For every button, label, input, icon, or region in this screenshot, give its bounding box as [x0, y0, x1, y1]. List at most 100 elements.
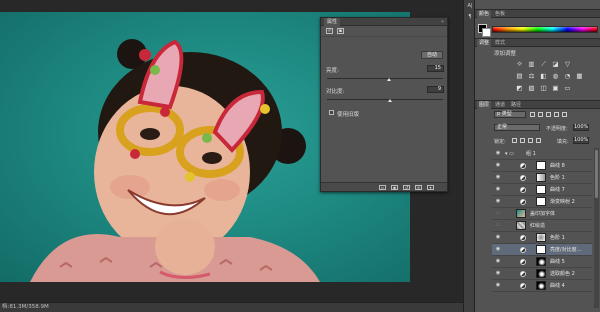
layer-row-selected[interactable]: ◉ 亮度/对比度...: [492, 244, 592, 256]
reset-icon[interactable]: ↺: [403, 185, 410, 190]
collapse-icon[interactable]: »: [441, 19, 444, 25]
brightness-input[interactable]: 15: [427, 65, 444, 72]
sun-icon[interactable]: ☼: [326, 28, 333, 34]
layer-list[interactable]: ◉ ▾ ▭ 组 1 ◉ 曲线 8 ◉ 色阶 1 ◉ 曲线 7 ◉ 渐变映射 2 …: [492, 148, 600, 312]
eye-icon[interactable]: ◉: [495, 259, 501, 264]
posterize-icon[interactable]: ▧: [527, 84, 536, 92]
layer-mask-thumbnail[interactable]: [536, 281, 546, 290]
layers-scroll-thumb[interactable]: [595, 150, 598, 198]
lock-transparent-icon[interactable]: [512, 138, 517, 143]
delete-icon[interactable]: ▾: [427, 185, 434, 190]
layer-mask-thumbnail[interactable]: [536, 269, 546, 278]
properties-panel[interactable]: 属性 » ☼ ▪ 自动 亮度: 15 对比度: 9 使用旧版 ▫ ◉ ↺ ◎ ▾: [320, 17, 448, 192]
curves-adjustment-icon: [520, 259, 526, 265]
hue-saturation-icon[interactable]: ▤: [515, 72, 524, 80]
doc-size-text: 档:81.3M/358.9M: [2, 304, 49, 310]
properties-tab[interactable]: 属性: [324, 18, 341, 26]
eye-icon[interactable]: ◉: [495, 187, 501, 192]
layer-filter-select[interactable]: p 类型: [494, 111, 526, 118]
brightness-contrast-icon[interactable]: ☼: [515, 60, 524, 68]
background-color-swatch[interactable]: [482, 28, 491, 37]
layer-mask-thumbnail[interactable]: [536, 161, 546, 170]
eye-icon[interactable]: ◉: [495, 247, 501, 252]
layer-mask-thumbnail[interactable]: [536, 233, 546, 242]
layer-row[interactable]: ◉ 曲线 8: [492, 160, 592, 172]
layer-thumbnail[interactable]: [516, 221, 526, 230]
gradient-map-icon[interactable]: ▭: [563, 84, 572, 92]
blend-mode-select[interactable]: 正常: [494, 124, 540, 131]
lock-image-icon[interactable]: [520, 138, 525, 143]
tab-styles[interactable]: 样式: [493, 39, 507, 47]
contrast-slider-thumb[interactable]: [388, 99, 392, 102]
filter-smart-icon[interactable]: [562, 112, 567, 117]
layer-row[interactable]: ◉ 色阶 1: [492, 232, 592, 244]
eye-icon[interactable]: ◉: [495, 235, 501, 240]
layer-mask-thumbnail[interactable]: [536, 257, 546, 266]
layer-mask-thumbnail[interactable]: [536, 185, 546, 194]
channel-mixer-icon[interactable]: ◔: [563, 72, 572, 80]
eye-hidden-icon[interactable]: ▫: [495, 223, 501, 228]
layer-row[interactable]: ◉ 曲线 7: [492, 184, 592, 196]
eye-icon[interactable]: ◉: [495, 199, 501, 204]
filter-pixel-icon[interactable]: [530, 112, 535, 117]
color-balance-icon[interactable]: ⚖: [527, 72, 536, 80]
eye-hidden-icon[interactable]: ▫: [495, 211, 501, 216]
levels-icon[interactable]: ▥: [527, 60, 536, 68]
mask-icon[interactable]: ▪: [337, 28, 344, 34]
character-panel-icon[interactable]: A|: [466, 3, 474, 10]
lock-position-icon[interactable]: [528, 138, 533, 143]
brightness-label: 亮度:: [326, 68, 339, 74]
invert-icon[interactable]: ◩: [515, 84, 524, 92]
curves-icon[interactable]: ⟋: [539, 60, 548, 68]
photo-filter-icon[interactable]: ◍: [551, 72, 560, 80]
layer-row[interactable]: ▫ 红绘造: [492, 220, 592, 232]
properties-titlebar[interactable]: 属性 »: [321, 18, 447, 26]
vibrance-icon[interactable]: ▽: [563, 60, 572, 68]
tab-adjustments[interactable]: 调整: [477, 39, 492, 47]
black-white-icon[interactable]: ◧: [539, 72, 548, 80]
eye-icon[interactable]: ◉: [495, 175, 501, 180]
opacity-input[interactable]: 100%: [573, 124, 589, 131]
layer-row[interactable]: ◉ 选取颜色 2: [492, 268, 592, 280]
eye-icon[interactable]: ◉: [495, 283, 501, 288]
view-previous-icon[interactable]: ◉: [391, 185, 398, 190]
auto-button[interactable]: 自动: [421, 51, 443, 59]
layer-row[interactable]: ◉ 色阶 1: [492, 172, 592, 184]
color-lookup-icon[interactable]: ▦: [575, 72, 584, 80]
layer-mask-thumbnail[interactable]: [536, 173, 546, 182]
eye-icon[interactable]: ◉: [495, 271, 501, 276]
eye-icon[interactable]: ◉: [495, 163, 501, 168]
tab-swatches[interactable]: 色板: [493, 10, 507, 18]
clip-to-layer-icon[interactable]: ▫: [379, 185, 386, 190]
exposure-icon[interactable]: ◪: [551, 60, 560, 68]
contrast-input[interactable]: 9: [427, 86, 444, 93]
tab-color[interactable]: 颜色: [477, 10, 492, 18]
layer-row-group[interactable]: ◉ ▾ ▭ 组 1: [492, 148, 592, 160]
filter-type-icon[interactable]: [546, 112, 551, 117]
legacy-checkbox[interactable]: [329, 110, 334, 115]
group-expand-icon[interactable]: ▾ ▭: [505, 151, 514, 157]
filter-shape-icon[interactable]: [554, 112, 559, 117]
brightness-slider-track[interactable]: [327, 78, 443, 79]
contrast-slider-track[interactable]: [327, 99, 443, 100]
tab-channels[interactable]: 通道: [493, 101, 507, 109]
selective-color-icon[interactable]: ▣: [551, 84, 560, 92]
fill-input[interactable]: 100%: [573, 137, 589, 144]
tab-layers[interactable]: 图层: [477, 101, 492, 109]
layer-row[interactable]: ◉ 曲线 5: [492, 256, 592, 268]
lock-all-icon[interactable]: [536, 138, 541, 143]
layer-thumbnail[interactable]: [516, 209, 526, 218]
layer-row[interactable]: ▫ 盖印加字体: [492, 208, 592, 220]
layer-row[interactable]: ◉ 曲线 4: [492, 280, 592, 292]
layer-mask-thumbnail[interactable]: [536, 197, 546, 206]
eye-icon[interactable]: ◉: [495, 151, 501, 156]
layer-row[interactable]: ◉ 渐变映射 2: [492, 196, 592, 208]
threshold-icon[interactable]: ◫: [539, 84, 548, 92]
brightness-slider-thumb[interactable]: [387, 78, 391, 81]
paragraph-panel-icon[interactable]: ¶: [466, 14, 474, 21]
filter-adjustment-icon[interactable]: [538, 112, 543, 117]
tab-paths[interactable]: 路径: [509, 101, 523, 109]
layer-mask-thumbnail[interactable]: [536, 245, 546, 254]
visibility-icon[interactable]: ◎: [415, 185, 422, 190]
color-spectrum-ramp[interactable]: [492, 26, 598, 33]
